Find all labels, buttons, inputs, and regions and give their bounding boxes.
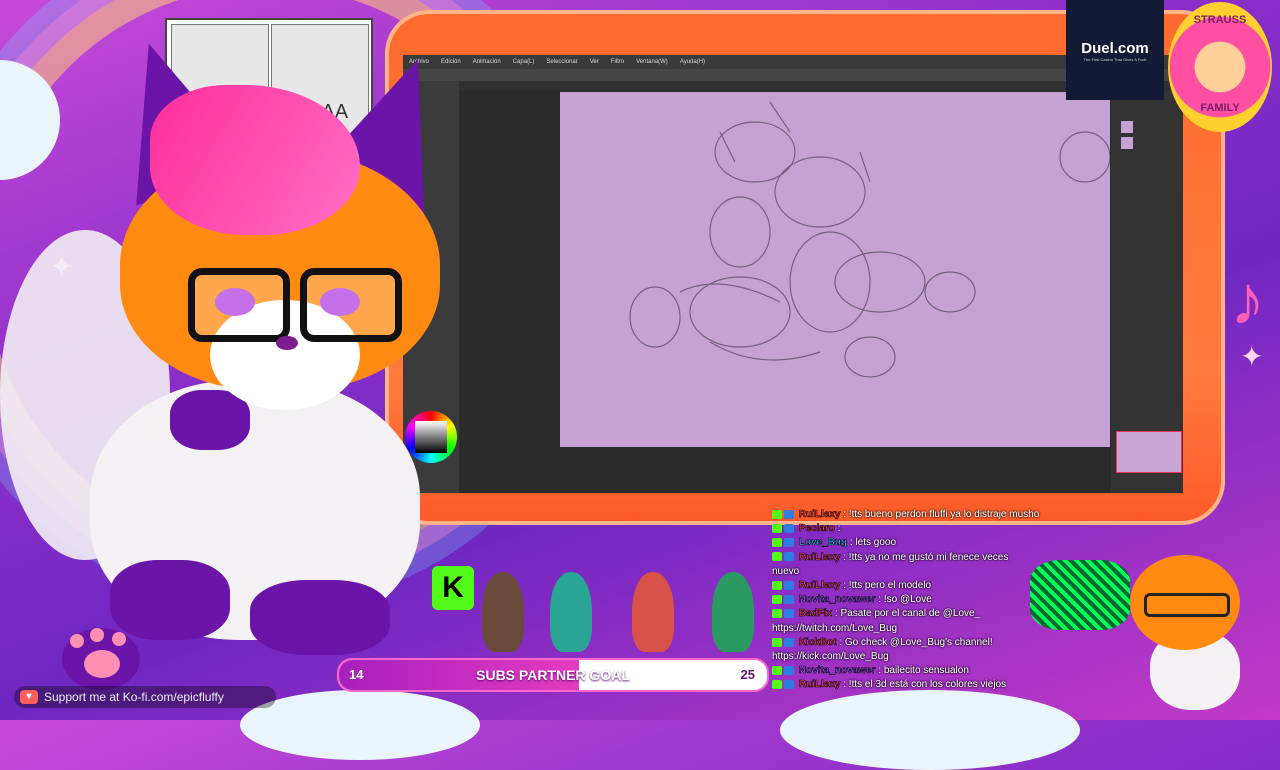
chat-badge-icon — [784, 524, 794, 534]
chat-text: : Go check @Love_Bug's channel! — [839, 636, 993, 648]
paw-bean — [90, 628, 104, 642]
chat-username[interactable]: Novita_novawer — [796, 665, 878, 677]
chat-username[interactable]: Peclaro — [796, 523, 838, 535]
avatar-arm — [170, 390, 250, 450]
menu-item[interactable]: Capa(L) — [513, 59, 535, 65]
chat-username[interactable]: Love_Bug — [796, 537, 850, 549]
chat-text: : !tts el 3d está con los colores viejos — [843, 679, 1007, 691]
paw-bean — [112, 632, 126, 646]
chat-text: : bailecito sensualon — [878, 665, 969, 677]
kofi-banner[interactable]: ♥ Support me at Ko-fi.com/epicfluffy — [14, 686, 276, 708]
chat-text: : !so @Love — [878, 594, 932, 606]
menu-item[interactable]: Ventana(W) — [636, 59, 668, 65]
avatar-leg — [110, 560, 230, 640]
chat-badge-icon — [784, 580, 794, 590]
chat-badge-icon — [784, 595, 794, 605]
chat-badge-icon — [784, 666, 794, 676]
sparkle-icon: ✦ — [1240, 341, 1264, 372]
drawing-app-window: Archivo Edición Animación Capa(L) Selecc… — [403, 55, 1189, 493]
chat-badge-icon — [784, 509, 794, 519]
layer-thumb[interactable] — [1121, 137, 1133, 149]
paw-bean — [84, 650, 120, 678]
kick-icon: K — [432, 566, 474, 610]
menu-item[interactable]: Ver — [590, 59, 599, 65]
menu-item[interactable]: Ayuda(H) — [680, 59, 705, 65]
subscriber-character — [482, 572, 524, 652]
mini-avatar-glasses — [1144, 593, 1230, 617]
avatar-paw — [62, 628, 140, 690]
chat-text: https://twitch.com/Love_Bug — [772, 622, 898, 634]
chat-username[interactable]: RuiLlexy — [796, 551, 843, 563]
avatar-glasses-right — [300, 268, 402, 342]
menu-item[interactable]: Filtro — [611, 59, 624, 65]
subscriber-character — [712, 572, 754, 652]
goal-target: 25 — [740, 667, 755, 682]
chat-username[interactable]: BadFix — [796, 608, 835, 620]
menu-item[interactable]: Animación — [473, 59, 501, 65]
subs-partner-goal-bar: SUBS PARTNER GOAL 14 25 — [337, 658, 769, 692]
drawing-canvas[interactable] — [560, 92, 1111, 447]
chat-badge-icon — [784, 538, 794, 548]
chat-username[interactable]: RuiLlexy — [796, 580, 843, 592]
chat-badge-icon — [772, 538, 782, 548]
chat-text: : lets gooo — [849, 537, 897, 549]
chat-text: : !tts bueno perdon fluffi ya lo distraj… — [843, 509, 1040, 520]
chat-badge-icon — [772, 524, 782, 534]
menu-item[interactable]: Seleccionar — [546, 59, 577, 65]
layer-thumb[interactable] — [1121, 121, 1133, 133]
chat-username[interactable]: RuiLlexy — [796, 679, 843, 691]
chat-badge-icon — [784, 552, 794, 562]
background-cloud — [780, 690, 1080, 770]
sponsor-name: Duel.com — [1081, 40, 1149, 57]
background-cloud — [240, 690, 480, 760]
chat-text: : !tts ya no me gustó mi fenece veces — [843, 551, 1009, 563]
chat-badge-icon — [772, 637, 782, 647]
layers-panel[interactable] — [1111, 91, 1183, 493]
chat-badge-icon — [784, 680, 794, 690]
chat-message: RuiLlexy : !tts bueno perdon fluffi ya l… — [772, 508, 1242, 522]
ko-fi-icon: ♥ — [20, 690, 38, 704]
family-badge: STRAUSS FAMILY — [1168, 2, 1272, 132]
chat-text: : Pasate por el canal de @Love_ — [834, 608, 981, 620]
goal-current: 14 — [349, 667, 364, 682]
chat-username[interactable]: Novita_novawer — [796, 594, 878, 606]
goal-label: SUBS PARTNER GOAL — [476, 667, 630, 683]
sponsor-banner: Duel.com The First Casino That Gives A F… — [1066, 0, 1164, 100]
avatar-leg — [250, 580, 390, 655]
mini-avatar-head — [1130, 555, 1240, 650]
chat-badge-icon — [772, 609, 782, 619]
subscriber-character — [550, 572, 592, 652]
chat-text: nuevo — [772, 565, 800, 577]
avatar-nose — [276, 336, 298, 350]
chat-badge-icon — [784, 609, 794, 619]
subscriber-character — [632, 572, 674, 652]
chat-text: : — [837, 523, 841, 535]
sponsor-tagline: The First Casino That Gives A Fuck — [1083, 57, 1147, 62]
chat-badge-icon — [772, 580, 782, 590]
paw-bean — [70, 634, 84, 648]
chat-badge-icon — [772, 595, 782, 605]
badge-top-text: STRAUSS — [1193, 14, 1247, 26]
chat-message: Love_Bug : lets gooo — [772, 536, 1242, 550]
chat-badge-icon — [784, 637, 794, 647]
sketch-lines — [629, 101, 1111, 378]
navigator-thumbnail[interactable] — [1116, 431, 1182, 473]
menu-item[interactable]: Edición — [441, 59, 461, 65]
color-picker-square[interactable] — [415, 421, 447, 453]
kofi-text: Support me at Ko-fi.com/epicfluffy — [44, 690, 224, 704]
chat-username[interactable]: RuiLlexy — [796, 509, 843, 521]
avatar-glasses-left — [188, 268, 290, 342]
badge-bottom-text: FAMILY — [1200, 102, 1240, 114]
chat-badge-icon — [772, 552, 782, 562]
chat-message: Peclaro : — [772, 522, 1242, 536]
chat-text: https://kick.com/Love_Bug — [772, 651, 889, 662]
chat-text: : !tts pero el modelo — [843, 580, 932, 591]
chat-username[interactable]: KickBot — [796, 636, 839, 648]
chat-badge-icon — [772, 509, 782, 519]
chat-badge-icon — [772, 680, 782, 690]
chat-badge-icon — [772, 666, 782, 676]
gift-sparkle — [1030, 560, 1130, 630]
music-note-icon: ♪ — [1230, 261, 1265, 339]
